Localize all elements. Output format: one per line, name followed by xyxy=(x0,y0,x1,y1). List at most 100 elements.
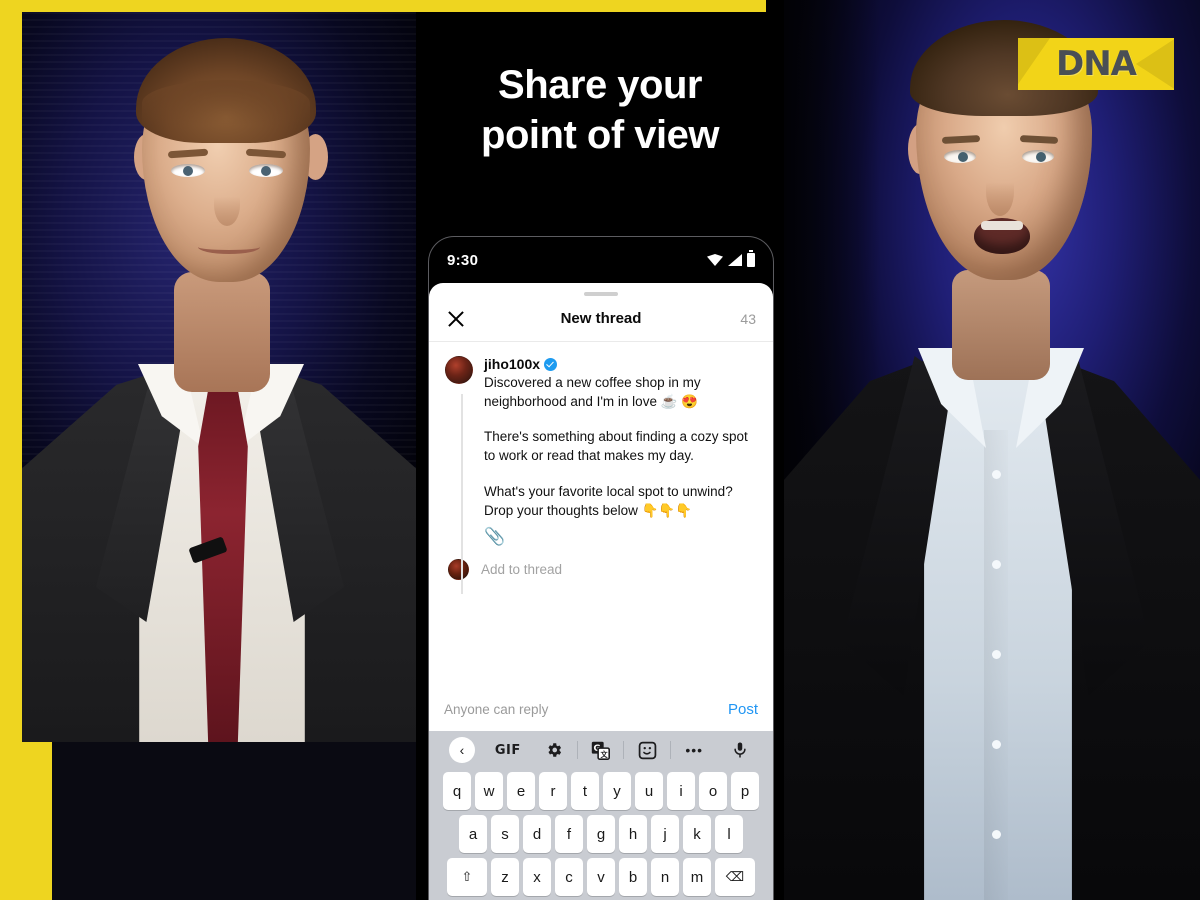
right-photo-shirt-button xyxy=(992,740,1001,749)
headline-line-1: Share your xyxy=(498,63,702,107)
keyboard-row-3: ⇧ z x c v b n m ⌫ xyxy=(432,858,770,896)
key-m[interactable]: m xyxy=(683,858,711,896)
key-⌫[interactable]: ⌫ xyxy=(715,858,755,896)
key-t[interactable]: t xyxy=(571,772,599,810)
more-options-icon[interactable]: ••• xyxy=(671,742,717,758)
key-g[interactable]: g xyxy=(587,815,615,853)
reply-settings-bar: Anyone can reply Post xyxy=(429,687,773,731)
dna-logo: DNA xyxy=(1018,38,1174,90)
key-v[interactable]: v xyxy=(587,858,615,896)
keyboard-key-rows: qwertyuiop asdfghjkl ⇧ z x c v b n m ⌫ xyxy=(429,769,773,896)
right-photo-shirt-button xyxy=(992,830,1001,839)
username[interactable]: jiho100x xyxy=(484,356,540,372)
left-photo-eye-left xyxy=(171,164,205,177)
handle-row: jiho100x xyxy=(484,356,757,372)
right-photo-nose xyxy=(986,168,1014,216)
sheet-header: New thread 43 xyxy=(429,296,773,342)
key-z[interactable]: z xyxy=(491,858,519,896)
thread-connector-line xyxy=(461,394,463,594)
status-clock: 9:30 xyxy=(447,251,479,269)
key-f[interactable]: f xyxy=(555,815,583,853)
avatar xyxy=(448,558,469,580)
wifi-icon xyxy=(707,254,723,266)
translate-icon[interactable]: G 文 xyxy=(578,741,624,760)
photo-mark-zuckerberg xyxy=(22,12,416,742)
key-c[interactable]: c xyxy=(555,858,583,896)
promo-headline: Share your point of view xyxy=(416,60,784,160)
paperclip-icon[interactable]: 📎 xyxy=(484,527,505,546)
key-w[interactable]: w xyxy=(475,772,503,810)
photo-elon-musk xyxy=(784,0,1200,900)
left-photo-eye-right xyxy=(249,164,283,177)
attachment-row: 📎 xyxy=(484,520,757,549)
screenshot-canvas: Share your point of view 9:30 New thread xyxy=(0,0,1200,900)
key-⇧[interactable]: ⇧ xyxy=(447,858,487,896)
left-photo-nose xyxy=(214,184,240,226)
right-photo-shirt-button xyxy=(992,650,1001,659)
post-paragraph-2[interactable]: There's something about finding a cozy s… xyxy=(484,427,757,465)
key-r[interactable]: r xyxy=(539,772,567,810)
right-photo-eye-left xyxy=(944,150,976,163)
verified-badge-icon xyxy=(544,357,558,371)
left-photo-mouth xyxy=(198,240,260,254)
right-photo-shirt-button xyxy=(992,470,1001,479)
key-y[interactable]: y xyxy=(603,772,631,810)
key-d[interactable]: d xyxy=(523,815,551,853)
compose-area: jiho100x Discovered a new coffee shop in… xyxy=(429,342,773,594)
right-photo-neck xyxy=(952,270,1050,380)
phone-status-bar: 9:30 xyxy=(429,237,773,283)
gif-button[interactable]: GIF xyxy=(485,743,531,758)
sticker-icon[interactable] xyxy=(624,741,670,760)
keyboard-toolbar: ‹ GIF G 文 ••• xyxy=(429,731,773,769)
left-photo-neck xyxy=(174,272,270,392)
keyboard-row-1: qwertyuiop xyxy=(432,772,770,810)
keyboard-row-2: asdfghjkl xyxy=(432,815,770,853)
on-screen-keyboard: ‹ GIF G 文 ••• q w e r t y u i o p a s d … xyxy=(429,731,773,900)
keyboard-back-button[interactable]: ‹ xyxy=(439,737,485,763)
key-x[interactable]: x xyxy=(523,858,551,896)
key-l[interactable]: l xyxy=(715,815,743,853)
key-u[interactable]: u xyxy=(635,772,663,810)
audience-selector[interactable]: Anyone can reply xyxy=(444,702,548,717)
signal-icon xyxy=(728,254,742,266)
key-s[interactable]: s xyxy=(491,815,519,853)
frame-accent-bottom-left xyxy=(0,742,52,900)
key-e[interactable]: e xyxy=(507,772,535,810)
character-counter: 43 xyxy=(740,310,756,327)
frame-accent-top xyxy=(0,0,766,12)
post-paragraph-1[interactable]: Discovered a new coffee shop in my neigh… xyxy=(484,373,757,411)
microphone-icon[interactable] xyxy=(717,741,763,759)
avatar[interactable] xyxy=(445,356,473,384)
right-photo-mouth xyxy=(974,218,1030,254)
right-photo-shirt-button xyxy=(992,560,1001,569)
settings-gear-icon[interactable] xyxy=(531,741,577,759)
key-h[interactable]: h xyxy=(619,815,647,853)
add-to-thread-row[interactable]: Add to thread xyxy=(445,549,757,580)
status-icon-group xyxy=(707,250,755,267)
post-body: jiho100x Discovered a new coffee shop in… xyxy=(484,356,757,549)
post-button[interactable]: Post xyxy=(728,701,758,718)
post-paragraph-3[interactable]: What's your favorite local spot to unwin… xyxy=(484,482,757,520)
key-b[interactable]: b xyxy=(619,858,647,896)
headline-line-2: point of view xyxy=(481,113,719,157)
center-promo-panel: Share your point of view 9:30 New thread xyxy=(416,0,784,900)
key-k[interactable]: k xyxy=(683,815,711,853)
battery-icon xyxy=(747,250,755,267)
key-a[interactable]: a xyxy=(459,815,487,853)
phone-mockup: 9:30 New thread 43 jiho100x Discovered a… xyxy=(428,236,774,900)
chevron-left-icon: ‹ xyxy=(448,737,475,763)
key-q[interactable]: q xyxy=(443,772,471,810)
right-photo-eye-right xyxy=(1022,150,1054,163)
key-i[interactable]: i xyxy=(667,772,695,810)
key-n[interactable]: n xyxy=(651,858,679,896)
key-o[interactable]: o xyxy=(699,772,727,810)
add-to-thread-input[interactable]: Add to thread xyxy=(481,562,562,577)
key-p[interactable]: p xyxy=(731,772,759,810)
key-j[interactable]: j xyxy=(651,815,679,853)
thread-post-row: jiho100x Discovered a new coffee shop in… xyxy=(445,356,757,549)
svg-text:文: 文 xyxy=(601,749,609,758)
page-title: New thread xyxy=(560,310,642,327)
dna-logo-text: DNA xyxy=(1056,44,1137,84)
